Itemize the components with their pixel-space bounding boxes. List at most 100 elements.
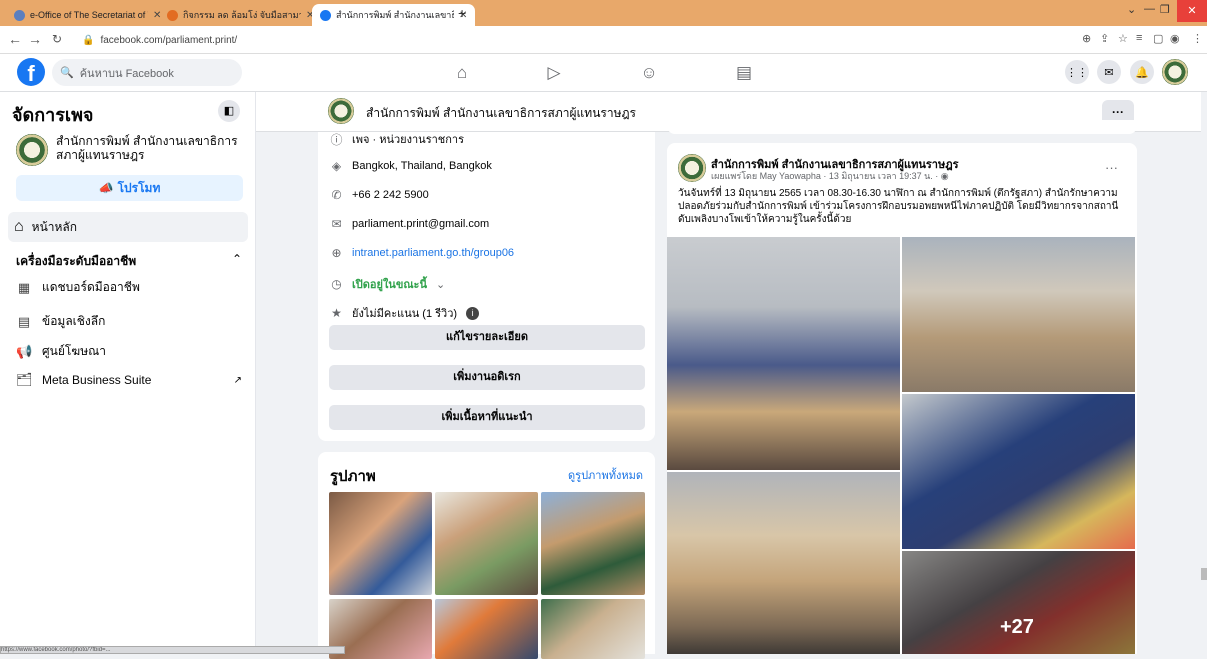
bookmark-star-icon[interactable]: ☆	[1118, 32, 1128, 45]
collapse-sidebar-icon[interactable]: ◧	[218, 100, 240, 122]
add-featured-button[interactable]: เพิ่มเนื้อหาที่แนะนำ	[329, 405, 645, 430]
address-row: ◈ Bangkok, Thailand, Bangkok	[330, 159, 492, 173]
tab-search-icon[interactable]: ⌄	[1127, 3, 1136, 16]
sidebar-page-profile[interactable]: สำนักการพิมพ์ สำนักงานเลขาธิการสภาผู้แทน…	[16, 134, 246, 166]
sidebar-title: จัดการเพจ	[12, 105, 94, 125]
globe-audience-icon: ◉	[940, 171, 949, 181]
side-panel-icon[interactable]: ▢	[1153, 32, 1163, 45]
share-icon[interactable]: ⇪	[1100, 32, 1109, 45]
post-photo[interactable]	[667, 472, 900, 654]
pages-nav-icon[interactable]: ▤	[733, 62, 755, 84]
tab-title: สำนักการพิมพ์ สำนักงานเลขาธิการ	[336, 10, 454, 20]
forward-icon[interactable]: →	[28, 31, 42, 47]
promote-label: โปรโมท	[117, 180, 161, 195]
email-row: ✉ parliament.print@gmail.com	[330, 217, 489, 231]
sidebar-item-home[interactable]: ⌂ หน้าหลัก	[8, 212, 248, 242]
browser-tab-active[interactable]: สำนักการพิมพ์ สำนักงานเลขาธิการ ✕	[312, 4, 476, 26]
sidebar-item-label: ข้อมูลเชิงลึก	[42, 314, 106, 328]
search-input[interactable]: ค้นหาบน Facebook	[80, 64, 174, 82]
hours-text: เปิดอยู่ในขณะนี้	[352, 279, 427, 291]
photo-thumbnail[interactable]	[329, 492, 432, 595]
envelope-icon: ✉	[331, 217, 342, 231]
url-field[interactable]: 🔒 facebook.com/parliament.print/	[82, 30, 1082, 50]
profile-avatar-icon[interactable]: ◉	[1170, 32, 1180, 45]
status-bar: https://www.facebook.com/photo/?fbid=...	[0, 646, 345, 654]
chevron-up-icon: ⌃	[231, 252, 242, 266]
post-photo[interactable]	[902, 394, 1135, 549]
post-author-avatar[interactable]	[678, 154, 706, 182]
url-text: facebook.com/parliament.print/	[100, 34, 238, 46]
more-photos-count: +27	[1000, 616, 1034, 638]
star-icon: ★	[331, 306, 342, 320]
facebook-search[interactable]: 🔍 ค้นหาบน Facebook	[52, 59, 242, 86]
groups-nav-icon[interactable]: ☺	[638, 62, 660, 84]
scrollbar-thumb[interactable]	[1201, 568, 1207, 580]
section-title: เครื่องมือระดับมืออาชีพ	[16, 254, 137, 268]
facebook-logo[interactable]: f	[17, 58, 45, 86]
browser-menu-icon[interactable]: ⋮	[1192, 32, 1203, 45]
new-tab-button[interactable]: +	[458, 5, 466, 21]
browser-tab[interactable]: e-Office of The Secretariat of The ✕	[6, 4, 169, 26]
home-nav-icon[interactable]: ⌂	[451, 62, 473, 84]
watch-nav-icon[interactable]: ▷	[543, 62, 565, 84]
sidebar-item-meta-business-suite[interactable]: 🗂 Meta Business Suite ↗	[16, 372, 242, 388]
tab-favicon-icon	[167, 9, 178, 21]
facebook-top-nav: f 🔍 ค้นหาบน Facebook ⌂ ▷ ☺ ▤ ⋮⋮ ✉ 🔔	[0, 54, 1207, 92]
tab-title: กิจกรรม ลด ล้อมโง่ จับมือสามาทำหลวง	[183, 10, 301, 20]
add-hobbies-button[interactable]: เพิ่มงานอดิเรก	[329, 365, 645, 390]
phone-row: ✆ +66 2 242 5900	[330, 188, 428, 202]
clock-icon: ◷	[331, 277, 342, 291]
intro-card: ⓘ เพจ · หน่วยงานราชการ ◈ Bangkok, Thaila…	[318, 132, 655, 441]
rating-row: ★ ยังไม่มีคะแนน (1 รีวิว) i	[330, 304, 480, 322]
website-link[interactable]: intranet.parliament.go.th/group06	[352, 247, 514, 259]
category-text: เพจ · หน่วยงานราชการ	[352, 134, 464, 146]
business-suite-icon: 🗂	[16, 372, 33, 387]
rating-text: ยังไม่มีคะแนน (1 รีวิว)	[352, 308, 458, 320]
tab-favicon-icon	[14, 9, 25, 21]
promote-button[interactable]: 📣 โปรโมท	[16, 175, 243, 201]
close-window-button[interactable]: ✕	[1177, 0, 1207, 22]
sidebar-item-ad-center[interactable]: 📢 ศูนย์โฆษณา	[16, 342, 242, 361]
sidebar-item-dashboard[interactable]: ▦ แดชบอร์ดมืออาชีพ	[16, 278, 242, 297]
notifications-icon[interactable]: 🔔	[1130, 60, 1154, 84]
professional-tools-header[interactable]: เครื่องมือระดับมืออาชีพ ⌃	[16, 252, 242, 271]
chevron-down-icon: ⌄	[435, 278, 446, 291]
post-text: วันจันทร์ที่ 13 มิถุนายน 2565 เวลา 08.30…	[678, 188, 1119, 225]
sidebar-item-label: แดชบอร์ดมืออาชีพ	[42, 280, 140, 294]
photo-thumbnail[interactable]	[541, 599, 645, 659]
back-icon[interactable]: ←	[8, 31, 22, 47]
address-bar: ← → ↻ 🔒 facebook.com/parliament.print/ ⊕…	[0, 26, 1207, 54]
zoom-icon[interactable]: ⊕	[1082, 32, 1091, 45]
minimize-button[interactable]: —	[1144, 3, 1155, 15]
maximize-button[interactable]: ❐	[1160, 3, 1170, 16]
website-row[interactable]: ⊕ intranet.parliament.go.th/group06	[330, 246, 514, 260]
reload-icon[interactable]: ↻	[52, 32, 62, 46]
photo-thumbnail[interactable]	[435, 599, 538, 659]
post-meta: เผยแพร่โดย May Yaowapha · 13 มิถุนายน เว…	[711, 169, 949, 183]
page-header-name[interactable]: สำนักการพิมพ์ สำนักงานเลขาธิการสภาผู้แทน…	[366, 104, 636, 123]
post-photo[interactable]	[902, 237, 1135, 392]
account-avatar[interactable]	[1162, 59, 1188, 85]
category-row: ⓘ เพจ · หน่วยงานราชการ	[330, 130, 464, 148]
photos-card: รูปภาพ ดูรูปภาพทั้งหมด	[318, 452, 655, 659]
sidebar-page-name: สำนักการพิมพ์ สำนักงานเลขาธิการสภาผู้แทน…	[56, 134, 238, 162]
sidebar-item-insights[interactable]: ▤ ข้อมูลเชิงลึก	[16, 312, 242, 331]
hours-row[interactable]: ◷ เปิดอยู่ในขณะนี้ ⌄	[330, 275, 445, 293]
ad-center-icon: 📢	[16, 343, 33, 359]
info-circle-icon[interactable]: i	[466, 306, 480, 320]
menu-grid-icon[interactable]: ⋮⋮	[1065, 60, 1089, 84]
browser-tab-bar: e-Office of The Secretariat of The ✕ กิจ…	[0, 0, 1207, 26]
edit-details-button[interactable]: แก้ไขรายละเอียด	[329, 325, 645, 350]
post-options-icon[interactable]: ···	[1105, 160, 1118, 175]
messenger-icon[interactable]: ✉	[1097, 60, 1121, 84]
reading-list-icon[interactable]: ≡	[1136, 32, 1142, 44]
see-all-photos-link[interactable]: ดูรูปภาพทั้งหมด	[568, 466, 643, 484]
post-photo[interactable]	[667, 237, 900, 470]
sidebar-item-label: ศูนย์โฆษณา	[42, 344, 106, 358]
location-pin-icon: ◈	[331, 159, 342, 173]
photo-thumbnail[interactable]	[541, 492, 645, 595]
page-header-avatar[interactable]	[328, 98, 354, 124]
tab-title: e-Office of The Secretariat of The	[30, 10, 148, 20]
photo-thumbnail[interactable]	[435, 492, 538, 595]
browser-tab[interactable]: กิจกรรม ลด ล้อมโง่ จับมือสามาทำหลวง ✕	[159, 4, 322, 26]
